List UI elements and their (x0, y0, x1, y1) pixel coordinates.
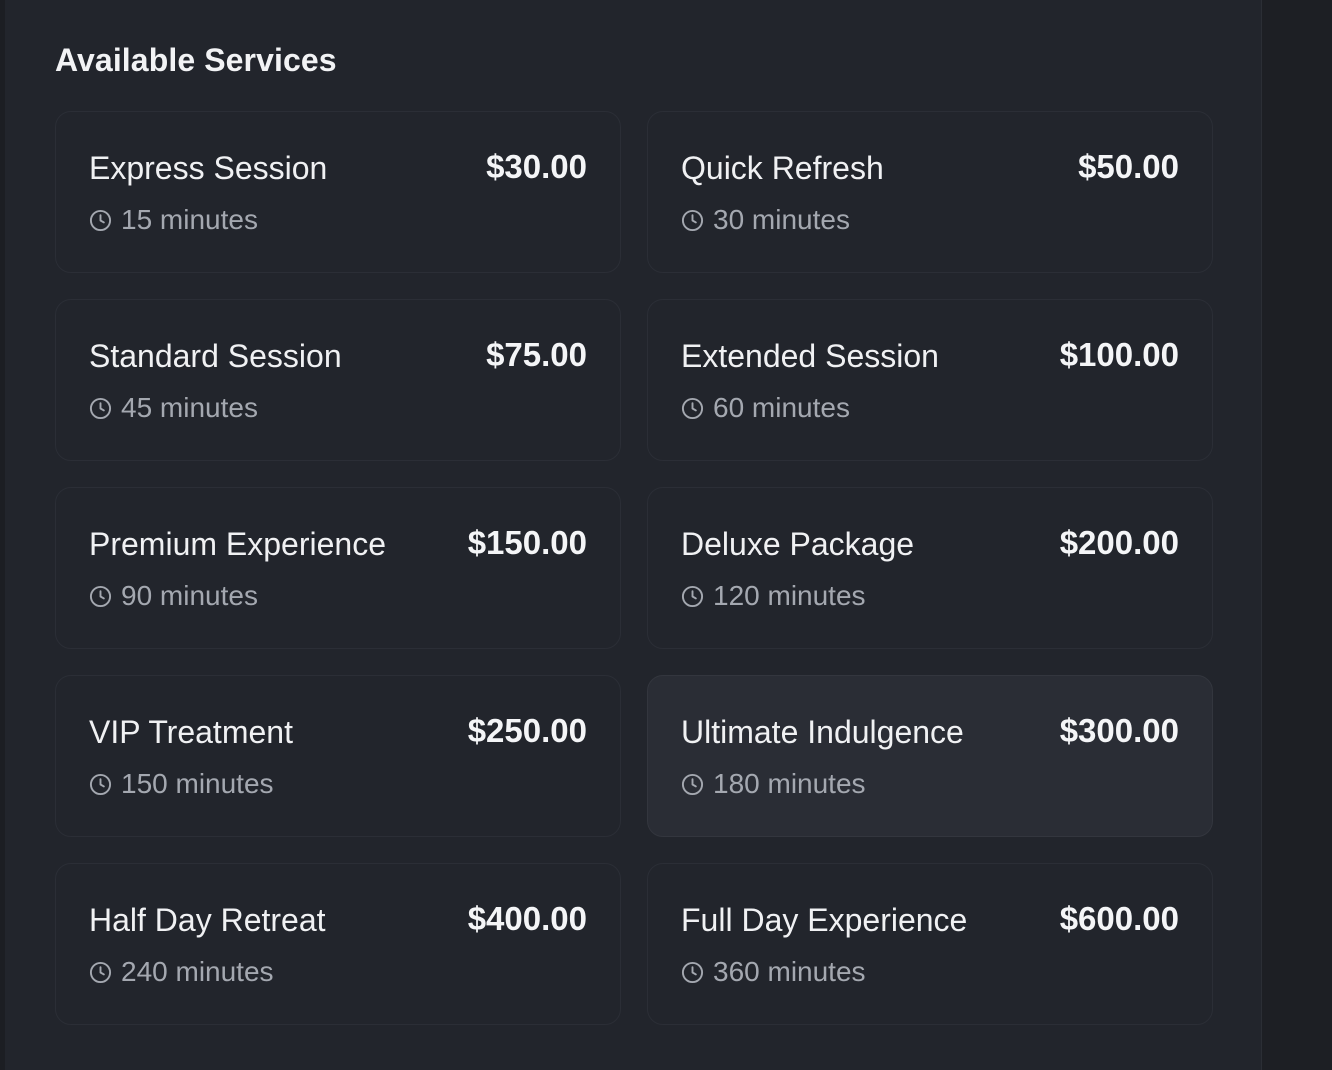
service-price: $300.00 (1059, 712, 1179, 749)
service-card-standard-session[interactable]: Standard Session $75.00 45 minutes (55, 299, 621, 461)
service-duration: 30 minutes (681, 204, 850, 236)
service-duration-text: 30 minutes (713, 204, 850, 235)
service-price: $250.00 (467, 712, 587, 749)
service-duration-text: 150 minutes (121, 768, 274, 799)
service-card-extended-session[interactable]: Extended Session $100.00 60 minutes (647, 299, 1213, 461)
clock-icon (89, 773, 112, 795)
service-duration-text: 90 minutes (121, 580, 258, 611)
service-duration: 360 minutes (681, 956, 866, 988)
service-name: Standard Session (89, 338, 342, 374)
service-price: $75.00 (486, 336, 587, 373)
service-name: Half Day Retreat (89, 902, 326, 938)
clock-icon (681, 585, 704, 607)
service-price: $200.00 (1059, 524, 1179, 561)
service-duration-text: 240 minutes (121, 956, 274, 987)
service-duration-text: 60 minutes (713, 392, 850, 423)
service-price: $600.00 (1059, 900, 1179, 937)
service-name: Express Session (89, 150, 328, 186)
service-duration-text: 45 minutes (121, 392, 258, 423)
clock-icon (89, 209, 112, 231)
clock-icon (681, 397, 704, 419)
service-card-ultimate-indulgence[interactable]: Ultimate Indulgence $300.00 180 minutes (647, 675, 1213, 837)
service-name: Ultimate Indulgence (681, 714, 964, 750)
service-name: Extended Session (681, 338, 939, 374)
service-duration-text: 120 minutes (713, 580, 866, 611)
service-card-quick-refresh[interactable]: Quick Refresh $50.00 30 minutes (647, 111, 1213, 273)
services-panel: Available Services Express Session $30.0… (5, 0, 1262, 1070)
service-duration: 90 minutes (89, 580, 258, 612)
clock-icon (681, 773, 704, 795)
service-card-deluxe-package[interactable]: Deluxe Package $200.00 120 minutes (647, 487, 1213, 649)
service-card-express-session[interactable]: Express Session $30.00 15 minutes (55, 111, 621, 273)
service-duration: 15 minutes (89, 204, 258, 236)
service-duration: 180 minutes (681, 768, 866, 800)
service-card-half-day-retreat[interactable]: Half Day Retreat $400.00 240 minutes (55, 863, 621, 1025)
service-price: $100.00 (1059, 336, 1179, 373)
clock-icon (89, 397, 112, 419)
service-price: $30.00 (486, 148, 587, 185)
service-duration: 150 minutes (89, 768, 274, 800)
service-name: Full Day Experience (681, 902, 968, 938)
section-title: Available Services (55, 42, 337, 78)
services-grid: Express Session $30.00 15 minutes Quick … (55, 111, 1213, 1025)
service-card-vip-treatment[interactable]: VIP Treatment $250.00 150 minutes (55, 675, 621, 837)
service-price: $400.00 (467, 900, 587, 937)
side-panel-edge (1262, 0, 1332, 1070)
service-name: Quick Refresh (681, 150, 884, 186)
service-duration: 120 minutes (681, 580, 866, 612)
service-duration-text: 180 minutes (713, 768, 866, 799)
service-card-premium-experience[interactable]: Premium Experience $150.00 90 minutes (55, 487, 621, 649)
service-card-full-day-experience[interactable]: Full Day Experience $600.00 360 minutes (647, 863, 1213, 1025)
service-duration-text: 15 minutes (121, 204, 258, 235)
service-duration: 60 minutes (681, 392, 850, 424)
clock-icon (89, 961, 112, 983)
clock-icon (681, 961, 704, 983)
clock-icon (681, 209, 704, 231)
service-duration: 45 minutes (89, 392, 258, 424)
service-name: Premium Experience (89, 526, 386, 562)
service-price: $50.00 (1078, 148, 1179, 185)
service-name: Deluxe Package (681, 526, 915, 562)
service-price: $150.00 (467, 524, 587, 561)
service-duration: 240 minutes (89, 956, 274, 988)
service-duration-text: 360 minutes (713, 956, 866, 987)
clock-icon (89, 585, 112, 607)
service-name: VIP Treatment (89, 714, 293, 750)
